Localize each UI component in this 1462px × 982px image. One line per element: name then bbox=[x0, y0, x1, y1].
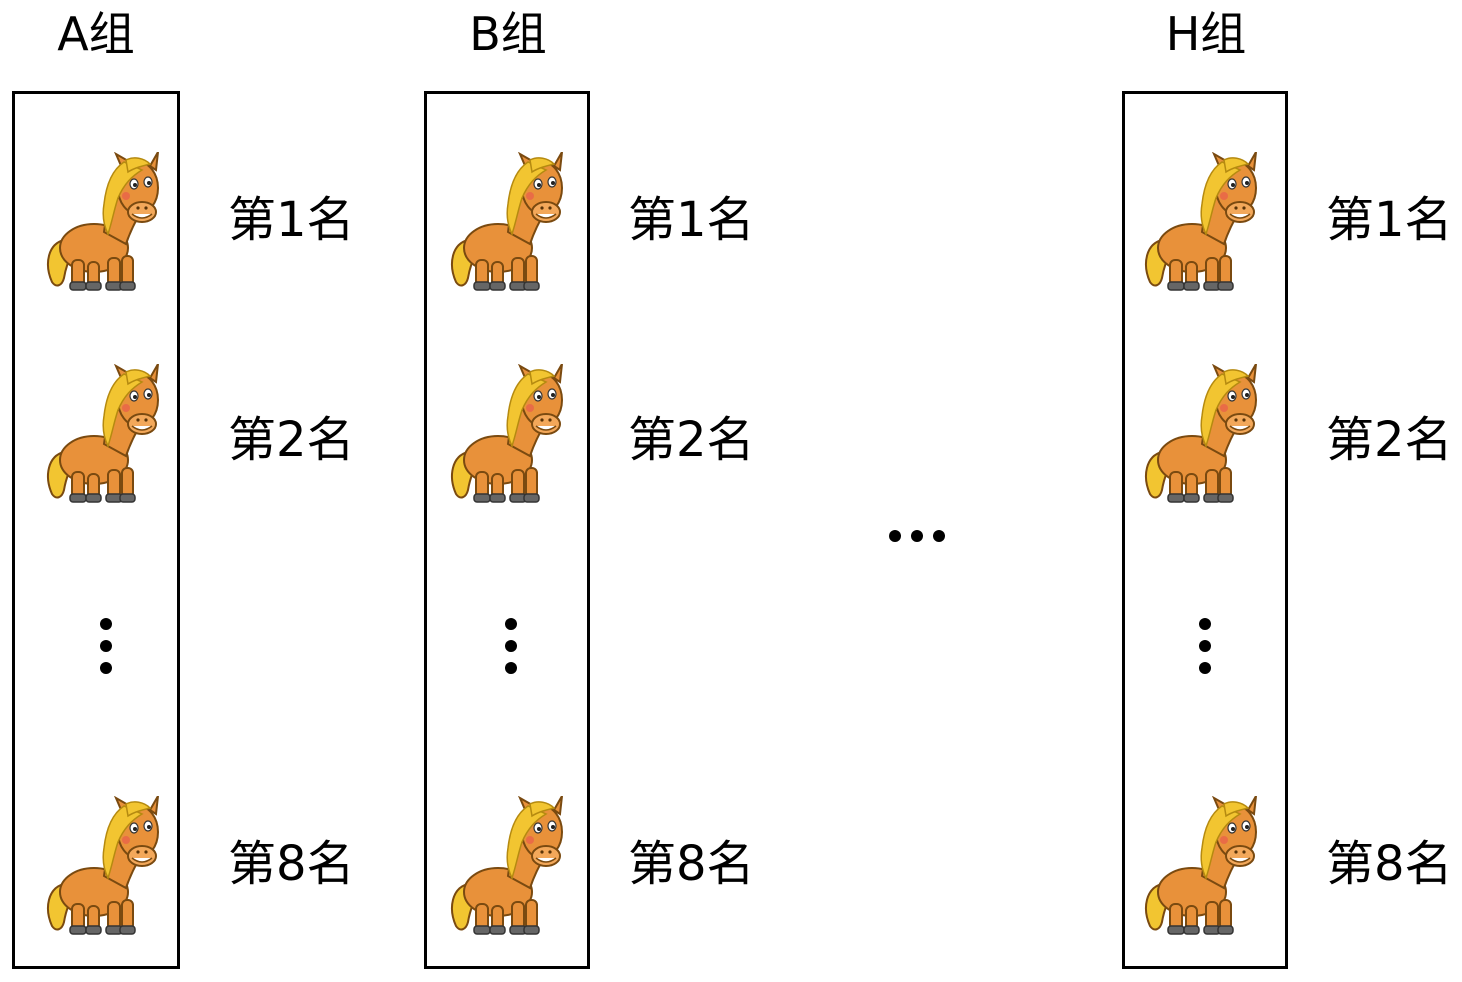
horse-icon bbox=[446, 152, 566, 292]
rank-label: 第2名 bbox=[1326, 412, 1453, 468]
horse-icon bbox=[1140, 152, 1260, 292]
rank-label: 第8名 bbox=[628, 836, 755, 892]
horse-icon bbox=[1140, 364, 1260, 504]
horse-icon bbox=[446, 364, 566, 504]
horse-icon bbox=[446, 796, 566, 936]
group-h: H组 第1名 第2名 第8名 bbox=[0, 0, 1453, 982]
horizontal-ellipsis bbox=[889, 530, 955, 542]
group-title: H组 bbox=[1165, 7, 1247, 61]
horse-icon bbox=[1140, 796, 1260, 936]
rank-label: 第1名 bbox=[628, 192, 755, 248]
vertical-ellipsis bbox=[505, 618, 517, 684]
rank-label: 第1名 bbox=[1326, 192, 1453, 248]
rank-label: 第8名 bbox=[1326, 836, 1453, 892]
rank-label: 第2名 bbox=[628, 412, 755, 468]
vertical-ellipsis bbox=[1199, 618, 1211, 684]
